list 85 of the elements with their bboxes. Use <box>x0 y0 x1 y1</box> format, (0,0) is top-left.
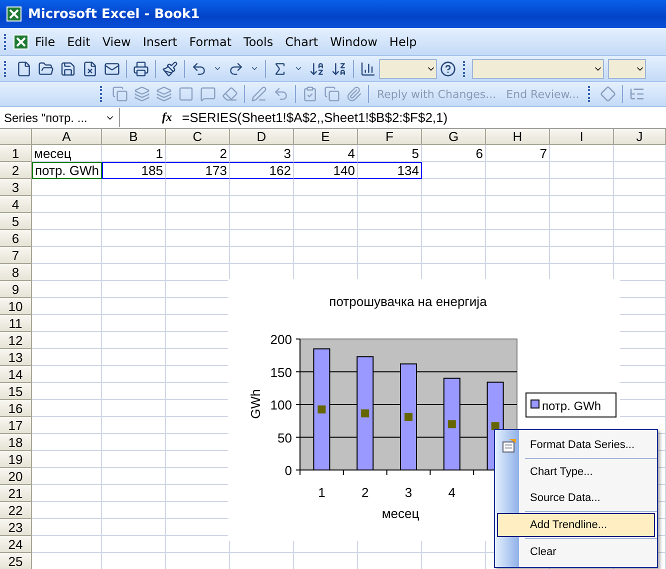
menu-item[interactable]: Help <box>383 32 423 50</box>
table-cell[interactable]: 3 <box>230 145 294 162</box>
column-header[interactable]: B <box>102 129 166 145</box>
name-box[interactable]: Series "потр. ... <box>0 108 120 127</box>
table-cell[interactable]: 134 <box>358 162 422 179</box>
menu-item[interactable]: Edit <box>61 32 96 50</box>
excel-icon <box>6 6 22 22</box>
row-header[interactable]: 8 <box>0 264 32 281</box>
bar[interactable] <box>356 356 374 470</box>
x-axis-title: месец <box>382 506 420 521</box>
row-header[interactable]: 22 <box>0 502 32 519</box>
table-cell[interactable]: 4 <box>294 145 358 162</box>
y-tick-label: 200 <box>270 332 292 347</box>
column-header[interactable]: H <box>486 129 550 145</box>
legend-label: потр. GWh <box>542 399 602 413</box>
legend-box[interactable] <box>526 392 616 418</box>
x-tick-label: 2 <box>361 485 369 500</box>
window-title: Microsoft Excel - Book1 <box>28 6 200 22</box>
row-header[interactable]: 17 <box>0 417 32 434</box>
row-header[interactable]: 16 <box>0 400 32 417</box>
y-tick-label: 0 <box>284 463 292 478</box>
row-header[interactable]: 21 <box>0 485 32 502</box>
table-cell[interactable]: потр. GWh <box>32 162 102 179</box>
column-header[interactable]: G <box>422 129 486 145</box>
table-cell[interactable]: 6 <box>422 145 486 162</box>
menu-item[interactable]: View <box>96 32 137 50</box>
row-header[interactable]: 9 <box>0 281 32 298</box>
row-header[interactable]: 25 <box>0 553 32 569</box>
excel-icon <box>13 34 29 50</box>
row-header[interactable]: 3 <box>0 179 32 196</box>
table-cell[interactable]: 185 <box>102 162 166 179</box>
chart-title: потрошувачка на енергија <box>329 294 487 309</box>
formula-field[interactable]: =SERIES(Sheet1!$A$2,,Sheet1!$B$2:$F$2,1) <box>182 110 448 125</box>
menu-item[interactable]: Chart <box>279 32 324 50</box>
bar[interactable] <box>400 363 417 470</box>
y-tick-label: 50 <box>278 430 292 446</box>
row-header[interactable]: 24 <box>0 536 32 553</box>
row-header[interactable]: 2 <box>0 162 32 179</box>
column-header[interactable]: C <box>166 129 230 145</box>
row-header[interactable]: 15 <box>0 383 32 400</box>
column-header[interactable]: E <box>294 129 358 145</box>
x-tick-label: 3 <box>404 485 412 500</box>
y-axis-title: GWh <box>248 389 263 419</box>
column-header[interactable]: A <box>32 129 102 145</box>
table-cell[interactable]: 2 <box>166 145 230 162</box>
menu-item[interactable]: Window <box>324 32 384 50</box>
row-header[interactable]: 19 <box>0 451 32 468</box>
column-header[interactable]: I <box>550 129 614 145</box>
table-cell[interactable]: 162 <box>230 162 294 179</box>
table-cell[interactable]: 173 <box>166 162 230 179</box>
row-header[interactable]: 7 <box>0 247 32 264</box>
y-tick-label: 150 <box>270 364 292 380</box>
column-header[interactable]: J <box>614 129 666 145</box>
column-header[interactable]: D <box>230 129 294 145</box>
y-tick-label: 100 <box>270 398 292 412</box>
row-header[interactable]: 13 <box>0 349 32 366</box>
x-tick-label: 4 <box>448 485 456 500</box>
row-header[interactable]: 1 <box>0 145 32 162</box>
column-header[interactable]: F <box>358 129 422 145</box>
menu-item[interactable]: Format <box>183 32 238 50</box>
insert-function-button[interactable]: fx <box>162 110 172 125</box>
menu-item[interactable]: Add Trendline... <box>497 513 655 537</box>
row-header[interactable]: 23 <box>0 519 32 536</box>
table-cell[interactable]: месец <box>32 145 102 162</box>
row-header[interactable]: 10 <box>0 298 32 315</box>
x-tick-label: 1 <box>318 485 326 500</box>
menu-item[interactable]: Insert <box>136 32 184 50</box>
menu-item[interactable]: File <box>29 32 62 50</box>
table-cell[interactable]: 1 <box>102 145 166 162</box>
table-cell[interactable]: 7 <box>486 145 550 162</box>
legend-swatch <box>530 400 540 408</box>
row-header[interactable]: 11 <box>0 315 32 332</box>
row-header[interactable]: 12 <box>0 332 32 349</box>
row-header[interactable]: 6 <box>0 230 32 247</box>
menu-item[interactable]: Tools <box>238 32 280 50</box>
table-cell[interactable]: 140 <box>294 162 358 179</box>
menu-item[interactable]: Clear <box>497 540 655 564</box>
row-header[interactable]: 20 <box>0 468 32 485</box>
bar[interactable] <box>443 378 460 470</box>
row-header[interactable]: 4 <box>0 196 32 213</box>
row-header[interactable]: 14 <box>0 366 32 383</box>
table-cell[interactable]: 5 <box>358 145 422 162</box>
row-header[interactable]: 5 <box>0 213 32 230</box>
row-header[interactable]: 18 <box>0 434 32 451</box>
bar[interactable] <box>313 348 330 470</box>
